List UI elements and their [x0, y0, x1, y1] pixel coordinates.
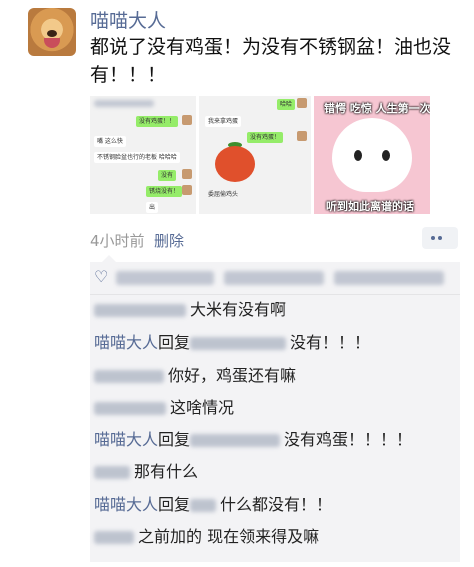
dog-mouth	[44, 38, 60, 48]
dog-nose	[47, 30, 57, 37]
chat-bubble: 锈烧没有！	[146, 186, 183, 197]
image-gallery: 没有鸡蛋！！ 嘴 这么快 不锈钢脸盆也行的老板 哈哈哈 没有 锈烧没有！ 出 哈…	[90, 96, 430, 214]
more-dots-icon	[431, 236, 435, 240]
chat-avatar	[182, 185, 192, 195]
more-button[interactable]	[422, 227, 458, 249]
comment-item[interactable]: 之前加的 现在领来得及嘛	[94, 526, 319, 548]
blurred-name	[94, 466, 130, 479]
comment-item[interactable]: 喵喵大人回复 什么都没有！！	[94, 494, 332, 516]
heart-icon: ♡	[94, 267, 109, 286]
chat-bubble: 出	[146, 202, 159, 213]
chat-avatar	[182, 115, 192, 125]
character-eye	[354, 150, 362, 161]
delete-link[interactable]: 删除	[154, 230, 184, 251]
comment-item[interactable]: 喵喵大人回复 没有！！！	[94, 332, 370, 354]
meme-caption-bottom: 听到如此离谱的话	[326, 200, 414, 213]
blurred-likers	[116, 271, 214, 285]
chat-avatar	[297, 98, 307, 108]
blurred-name	[190, 499, 217, 512]
comment-item[interactable]: 这啥情况	[94, 397, 234, 419]
chat-bubble: 没有鸡蛋！！	[136, 116, 179, 127]
comment-item[interactable]: 你好，鸡蛋还有嘛	[94, 365, 296, 387]
melody-character	[332, 118, 412, 192]
blurred-name	[190, 434, 281, 447]
post-author[interactable]: 喵喵大人	[90, 6, 166, 33]
post-text: 都说了没有鸡蛋！为没有不锈钢盆！油也没有！！！	[90, 36, 452, 86]
chat-avatar	[182, 169, 192, 179]
blurred-name	[190, 337, 287, 350]
comments-panel: ♡ 大米有没有啊 喵喵大人回复 没有！！！ 你好，鸡蛋还有嘛 这啥情况 喵喵大人回…	[90, 255, 460, 562]
blurred-likers	[334, 271, 444, 285]
comment-item[interactable]: 大米有没有啊	[94, 299, 286, 321]
blurred-name	[94, 370, 164, 383]
meme-caption-top: 错愕 吃惊 人生第一次	[324, 102, 430, 115]
chat-avatar	[297, 131, 307, 141]
more-dots-icon	[438, 236, 442, 240]
gallery-image-3[interactable]: 错愕 吃惊 人生第一次 听到如此离谱的话	[314, 96, 430, 214]
blurred-likers	[224, 271, 324, 285]
blurred-name	[94, 531, 134, 544]
sticker-caption: 委屈偷鸡头	[208, 191, 239, 198]
likes-row: ♡	[90, 262, 460, 295]
chat-bubble: 没有鸡蛋！	[247, 132, 284, 143]
chat-bubble: 嘴 这么快	[94, 136, 126, 147]
avatar[interactable]	[28, 8, 76, 56]
blurred-name	[94, 304, 186, 317]
gallery-image-2[interactable]: 哈哈 我来拿鸡蛋 没有鸡蛋！ 委屈偷鸡头	[199, 96, 311, 214]
comment-item[interactable]: 喵喵大人回复 没有鸡蛋！！！！	[94, 429, 412, 451]
blurred-text	[94, 100, 154, 107]
comment-item[interactable]: 那有什么	[94, 461, 198, 483]
chat-bubble: 没有	[158, 170, 177, 181]
tomato-sticker	[215, 146, 255, 182]
chat-bubble: 哈哈	[277, 99, 296, 110]
character-eye	[382, 150, 390, 161]
gallery-image-1[interactable]: 没有鸡蛋！！ 嘴 这么快 不锈钢脸盆也行的老板 哈哈哈 没有 锈烧没有！ 出	[90, 96, 196, 214]
chat-bubble: 我来拿鸡蛋	[205, 116, 242, 127]
chat-bubble: 不锈钢脸盆也行的老板 哈哈哈	[94, 152, 180, 163]
post-time: 4小时前	[90, 232, 145, 250]
blurred-name	[94, 402, 166, 415]
